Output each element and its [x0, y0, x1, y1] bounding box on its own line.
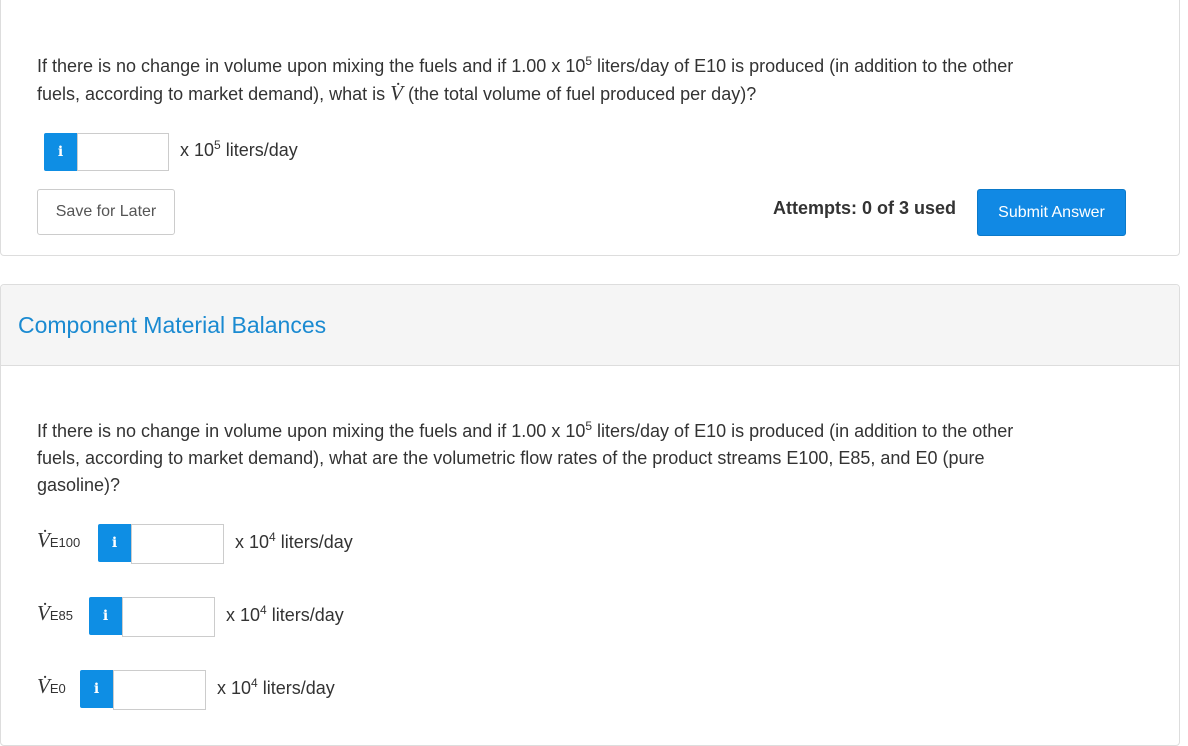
- v-e100-unit: x 104 liters/day: [235, 530, 353, 552]
- v-e100-input[interactable]: [131, 524, 224, 564]
- total-volume-unit: x 105 liters/day: [180, 138, 298, 160]
- total-volume-input[interactable]: [77, 133, 169, 171]
- v-e0-input[interactable]: [113, 670, 206, 710]
- v-e85-label: V̇E85: [37, 601, 73, 625]
- attempts-counter: Attempts: 0 of 3 used: [773, 198, 957, 218]
- section-title: Component Material Balances: [18, 312, 327, 338]
- question-text-total-volume: If there is no change in volume upon mix…: [37, 54, 1014, 105]
- v-e85-unit: x 104 liters/day: [226, 603, 344, 625]
- info-icon[interactable]: i: [80, 670, 113, 708]
- info-icon[interactable]: i: [89, 597, 122, 635]
- v-e100-label: V̇E100: [37, 528, 81, 552]
- question-text-flow-rates: If there is no change in volume upon mix…: [37, 419, 1014, 495]
- submit-answer-button[interactable]: Submit Answer: [977, 189, 1126, 236]
- info-icon[interactable]: i: [44, 133, 77, 171]
- save-for-later-button[interactable]: Save for Later: [37, 189, 175, 235]
- info-icon[interactable]: i: [98, 524, 131, 562]
- v-e0-unit: x 104 liters/day: [217, 676, 335, 698]
- v-e0-label: V̇E0: [37, 674, 66, 698]
- v-e85-input[interactable]: [122, 597, 215, 637]
